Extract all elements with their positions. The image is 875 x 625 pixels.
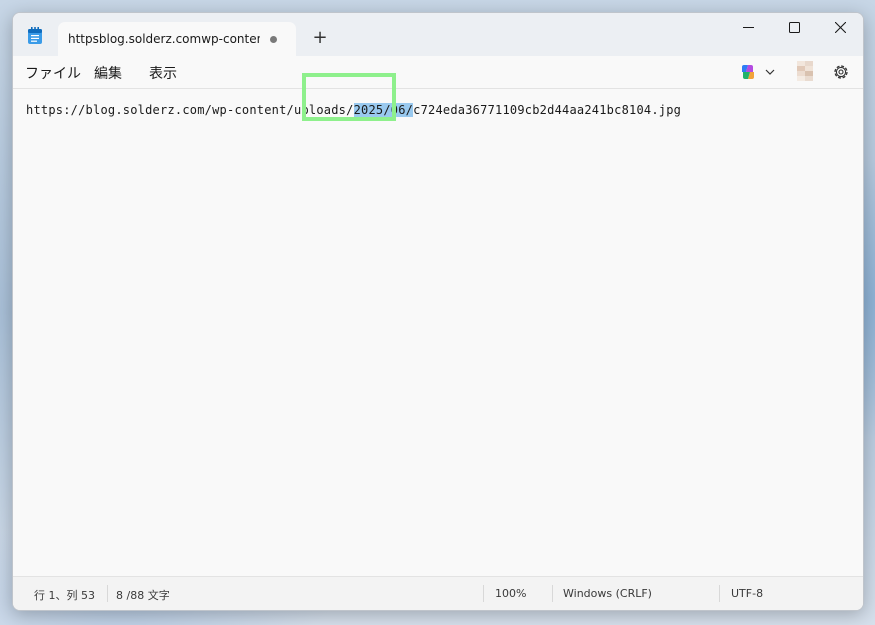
menu-edit[interactable]: 編集 bbox=[94, 63, 122, 83]
text-line[interactable]: https://blog.solderz.com/wp-content/uplo… bbox=[26, 103, 681, 117]
copilot-icon bbox=[742, 65, 754, 79]
new-tab-button[interactable]: + bbox=[309, 27, 331, 49]
close-icon bbox=[835, 22, 846, 33]
tab-document[interactable]: httpsblog.solderz.comwp-contentuploads20… bbox=[58, 22, 296, 57]
status-divider bbox=[107, 585, 108, 602]
menu-file[interactable]: ファイル bbox=[25, 63, 81, 83]
zoom-level[interactable]: 100% bbox=[495, 587, 526, 600]
minimize-icon bbox=[743, 27, 754, 28]
notepad-window: httpsblog.solderz.comwp-contentuploads20… bbox=[12, 12, 864, 611]
gear-icon[interactable] bbox=[831, 62, 851, 82]
chevron-down-icon bbox=[765, 69, 775, 75]
status-divider bbox=[483, 585, 484, 602]
status-divider bbox=[719, 585, 720, 602]
cursor-position: 行 1、列 53 bbox=[34, 589, 95, 602]
notepad-icon bbox=[28, 27, 42, 44]
text-before-selection: https://blog.solderz.com/wp-content/uplo… bbox=[26, 103, 354, 117]
title-bar[interactable]: httpsblog.solderz.comwp-contentuploads20… bbox=[13, 13, 863, 57]
status-divider bbox=[552, 585, 553, 602]
status-bar: 行 1、列 53 8 /88 文字 100% Windows (CRLF) UT… bbox=[13, 576, 863, 610]
menu-view[interactable]: 表示 bbox=[149, 63, 177, 83]
menu-bar: ファイル 編集 表示 bbox=[13, 56, 863, 88]
line-ending[interactable]: Windows (CRLF) bbox=[563, 587, 652, 600]
text-editor[interactable]: https://blog.solderz.com/wp-content/uplo… bbox=[13, 88, 863, 577]
close-button[interactable] bbox=[817, 13, 863, 43]
maximize-icon bbox=[789, 22, 800, 33]
unsaved-dot-icon[interactable] bbox=[270, 36, 277, 43]
maximize-button[interactable] bbox=[771, 13, 817, 43]
tab-title: httpsblog.solderz.comwp-contentuploads20… bbox=[68, 32, 260, 46]
text-after-selection: c724eda36771109cb2d44aa241bc8104.jpg bbox=[413, 103, 682, 117]
encoding[interactable]: UTF-8 bbox=[731, 587, 763, 600]
character-count: 8 /88 文字 bbox=[116, 589, 170, 602]
minimize-button[interactable] bbox=[725, 13, 771, 43]
copilot-button[interactable] bbox=[737, 62, 777, 82]
selected-text: 2025/06/ bbox=[353, 103, 414, 117]
avatar[interactable] bbox=[797, 61, 813, 81]
